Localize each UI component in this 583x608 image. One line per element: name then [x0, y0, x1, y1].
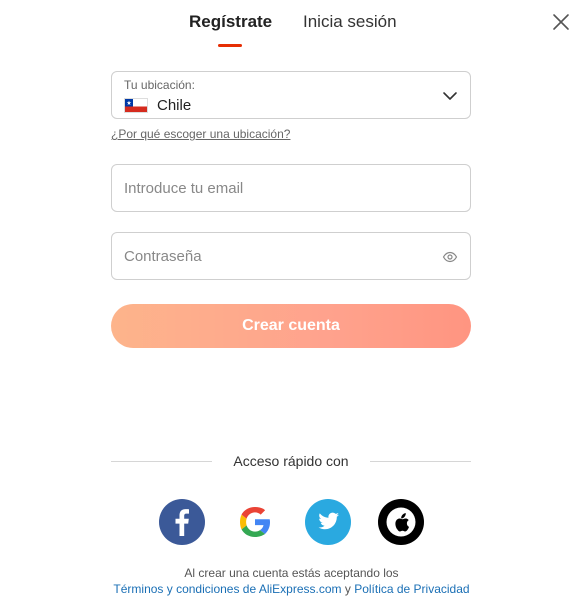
google-login-button[interactable] [232, 499, 278, 545]
auth-tabs: Regístrate Inicia sesión [0, 12, 583, 52]
chile-flag-icon [124, 98, 148, 113]
active-tab-indicator [218, 44, 242, 47]
tab-login[interactable]: Inicia sesión [303, 12, 397, 32]
tab-register[interactable]: Regístrate [189, 12, 272, 32]
apple-icon [386, 507, 416, 537]
legal-notice: Al crear una cuenta estás aceptando los [0, 566, 583, 580]
close-icon [553, 14, 569, 30]
close-button[interactable] [551, 12, 571, 32]
privacy-link[interactable]: Política de Privacidad [354, 582, 469, 596]
facebook-login-button[interactable] [159, 499, 205, 545]
divider-right [370, 461, 471, 462]
why-location-link[interactable]: ¿Por qué escoger una ubicación? [111, 127, 290, 141]
location-select[interactable]: Tu ubicación: Chile [111, 71, 471, 119]
location-value: Chile [157, 97, 192, 114]
chevron-down-icon [443, 92, 457, 100]
password-field[interactable] [112, 233, 470, 279]
location-label: Tu ubicación: [124, 78, 195, 92]
twitter-icon [318, 512, 339, 530]
legal-links: Términos y condiciones de AliExpress.com… [0, 582, 583, 596]
register-modal: Regístrate Inicia sesión Tu ubicación: C… [0, 0, 583, 608]
apple-login-button[interactable] [378, 499, 424, 545]
password-field-wrapper [111, 232, 471, 280]
eye-icon[interactable] [442, 249, 458, 265]
facebook-icon [175, 509, 189, 536]
legal-conjunction: y [344, 582, 351, 596]
terms-link[interactable]: Términos y condiciones de AliExpress.com [113, 582, 341, 596]
create-account-button[interactable]: Crear cuenta [111, 304, 471, 348]
quick-access-label: Acceso rápido con [233, 453, 349, 469]
email-field-wrapper [111, 164, 471, 212]
google-icon [240, 507, 270, 537]
email-field[interactable] [112, 165, 470, 211]
divider-left [111, 461, 212, 462]
legal-text: Al crear una cuenta estás aceptando los [184, 566, 399, 580]
twitter-login-button[interactable] [305, 499, 351, 545]
